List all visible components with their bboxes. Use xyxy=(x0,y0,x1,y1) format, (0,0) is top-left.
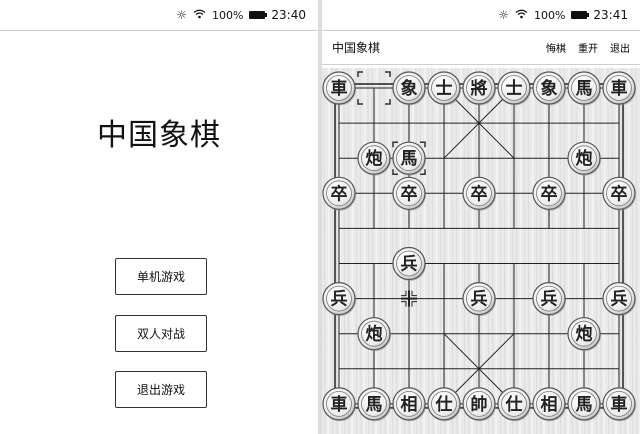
piece-label: 炮 xyxy=(366,324,383,345)
piece-label: 兵 xyxy=(401,254,418,275)
undo-button[interactable]: 悔棋 xyxy=(546,40,566,55)
single-player-button[interactable]: 单机游戏 xyxy=(115,258,207,295)
piece-label: 卒 xyxy=(611,183,628,204)
piece-label: 馬 xyxy=(576,395,593,415)
piece-label: 兵 xyxy=(331,289,348,310)
exit-button[interactable]: 退出 xyxy=(610,40,630,55)
main-menu-screen: ☼ 100% 23:40 中国象棋 单机游戏 双人对战 退出游戏 xyxy=(0,0,318,434)
piece-label: 卒 xyxy=(401,183,418,204)
status-divider xyxy=(0,30,318,31)
app-title: 中国象棋 xyxy=(97,118,221,153)
piece-label: 仕 xyxy=(435,394,453,415)
status-time: 23:40 xyxy=(271,8,306,22)
status-time: 23:41 xyxy=(593,8,628,22)
piece-label: 士 xyxy=(436,78,453,99)
piece-label: 車 xyxy=(611,394,628,415)
piece-label: 卒 xyxy=(331,183,348,204)
piece-label: 兵 xyxy=(611,289,628,310)
piece-label: 帥 xyxy=(471,394,488,415)
piece-label: 象 xyxy=(401,78,418,99)
piece-label: 炮 xyxy=(576,148,593,169)
battery-percent: 100% xyxy=(533,8,566,22)
battery-icon xyxy=(571,11,590,19)
status-bar: ☼ 100% 23:40 xyxy=(0,0,318,30)
piece-label: 卒 xyxy=(541,183,558,204)
piece-label: 馬 xyxy=(366,395,383,415)
game-screen: ☼ 100% 23:41 中国象棋 悔棋 重开 退出 車 象 士 將 士 象 馬… xyxy=(322,0,640,434)
piece-label: 炮 xyxy=(576,324,593,345)
piece-label: 仕 xyxy=(505,394,523,415)
battery-percent: 100% xyxy=(211,8,244,22)
piece-label: 將 xyxy=(471,78,488,99)
wifi-icon xyxy=(515,9,528,21)
piece-label: 象 xyxy=(541,78,558,99)
status-bar: ☼ 100% 23:41 xyxy=(322,0,640,30)
exit-game-button[interactable]: 退出游戏 xyxy=(115,371,207,408)
wifi-icon xyxy=(193,9,206,21)
piece-label: 相 xyxy=(541,394,558,415)
piece-label: 車 xyxy=(331,394,348,415)
piece-label: 炮 xyxy=(366,148,383,169)
brightness-icon: ☼ xyxy=(498,8,509,22)
piece-label: 馬 xyxy=(576,79,593,99)
game-header: 中国象棋 悔棋 重开 退出 xyxy=(322,30,640,64)
piece-label: 相 xyxy=(401,394,418,415)
game-title: 中国象棋 xyxy=(332,40,381,55)
piece-label: 馬 xyxy=(401,149,418,169)
piece-label: 士 xyxy=(506,78,523,99)
piece-label: 兵 xyxy=(541,289,558,310)
chess-board[interactable]: 車象士將士象馬車炮馬炮卒卒卒卒卒兵兵兵兵兵炮 炮車馬相仕帥仕相馬車 xyxy=(322,68,640,434)
piece-label: 兵 xyxy=(471,289,488,310)
piece-label: 卒 xyxy=(471,183,488,204)
two-player-button[interactable]: 双人对战 xyxy=(115,315,207,352)
piece-label: 車 xyxy=(611,78,628,99)
battery-icon xyxy=(249,11,268,19)
brightness-icon: ☼ xyxy=(176,8,187,22)
piece-label: 車 xyxy=(331,78,348,99)
header-divider xyxy=(322,64,640,65)
restart-button[interactable]: 重开 xyxy=(578,40,598,55)
